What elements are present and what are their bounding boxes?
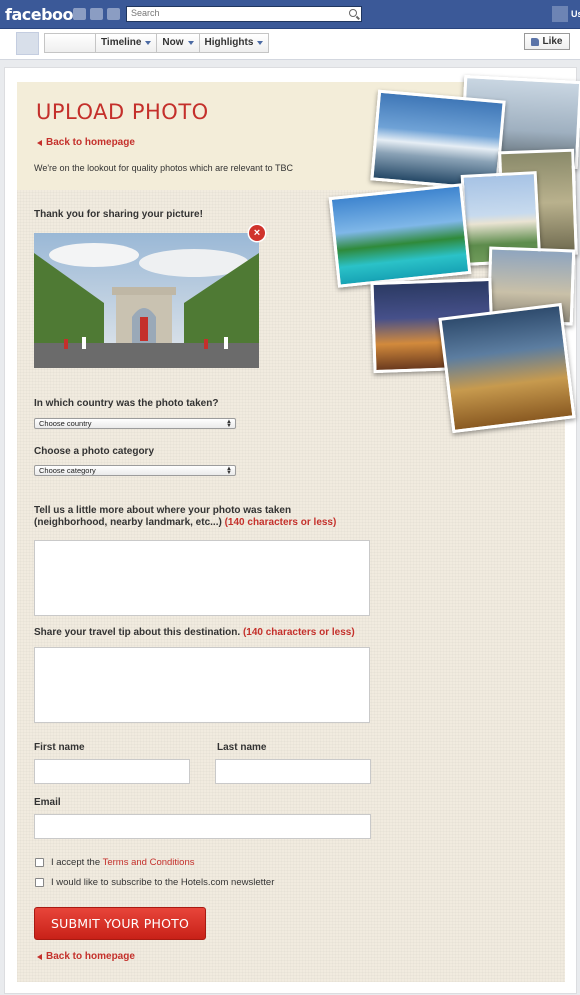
like-label: Like — [542, 36, 563, 47]
chevron-down-icon — [187, 41, 194, 45]
user-name-link[interactable]: Us — [571, 9, 580, 19]
location-textarea[interactable] — [34, 540, 370, 616]
messages-icon[interactable] — [90, 8, 103, 20]
char-limit-note: (140 characters or less) — [242, 627, 355, 638]
thumbs-up-icon — [531, 37, 540, 46]
arrow-left-icon — [37, 953, 42, 960]
tab-timeline-label: Timeline — [101, 37, 142, 48]
page-title: UPLOAD PHOTO — [36, 100, 209, 124]
close-icon: × — [253, 227, 261, 239]
country-select-value: Choose country — [39, 419, 92, 428]
arrow-left-icon — [37, 139, 42, 146]
email-label: Email — [34, 797, 61, 808]
facebook-logo[interactable]: facebook — [5, 5, 84, 24]
notifications-icon[interactable] — [107, 8, 120, 20]
search-input[interactable]: Search — [131, 8, 160, 18]
category-question: Choose a photo category — [34, 446, 155, 457]
uploaded-photo — [34, 233, 259, 368]
tab-timeline[interactable]: Timeline — [96, 34, 158, 52]
char-limit-note: (140 characters or less) — [224, 517, 337, 528]
chevron-down-icon — [145, 41, 152, 45]
bottom-back-link-label: Back to homepage — [46, 951, 135, 962]
terms-label: I accept the Terms and Conditions — [51, 857, 194, 868]
location-question-line2: (neighborhood, nearby landmark, etc...) — [34, 517, 222, 528]
newsletter-checkbox[interactable] — [35, 878, 44, 887]
uploaded-photo-image — [34, 233, 259, 368]
page-nav-strip: Timeline Now Highlights Like — [0, 29, 580, 60]
intro-text: We're on the lookout for quality photos … — [34, 163, 294, 173]
first-name-label: First name — [34, 742, 85, 753]
avatar[interactable] — [552, 6, 568, 22]
newsletter-label: I would like to subscribe to the Hotels.… — [51, 877, 275, 888]
back-link-label: Back to homepage — [46, 137, 135, 148]
like-button[interactable]: Like — [524, 33, 570, 50]
tab-now-label: Now — [162, 37, 184, 48]
page-name-slot[interactable] — [45, 34, 96, 52]
collage-photo-tropical — [328, 183, 472, 288]
collage-photo-galleria — [438, 302, 576, 434]
first-name-field[interactable] — [34, 759, 190, 784]
terms-prefix: I accept the — [51, 857, 101, 868]
location-question-line1: Tell us a little more about where your p… — [34, 505, 292, 516]
terms-link[interactable]: Terms and Conditions — [103, 857, 195, 868]
location-question: Tell us a little more about where your p… — [34, 505, 336, 529]
email-field[interactable] — [34, 814, 371, 839]
category-select-value: Choose category — [39, 466, 96, 475]
submit-photo-button[interactable]: SUBMIT YOUR PHOTO — [34, 907, 206, 940]
chevron-down-icon — [257, 41, 264, 45]
last-name-field[interactable] — [215, 759, 371, 784]
tip-question-text: Share your travel tip about this destina… — [34, 627, 241, 638]
search-bar[interactable]: Search — [126, 6, 362, 22]
timeline-nav: Timeline Now Highlights — [44, 33, 270, 53]
tip-textarea[interactable] — [34, 647, 370, 723]
terms-checkbox[interactable] — [35, 858, 44, 867]
friend-requests-icon[interactable] — [73, 8, 86, 20]
search-icon[interactable] — [349, 9, 357, 17]
bottom-back-to-homepage-link[interactable]: Back to homepage — [37, 951, 135, 962]
notification-icons — [73, 8, 120, 20]
category-select[interactable]: Choose category ▲ ▼ — [34, 465, 236, 476]
select-arrows-icon: ▲ ▼ — [226, 466, 232, 476]
country-question: In which country was the photo taken? — [34, 398, 219, 409]
tab-now[interactable]: Now — [157, 34, 200, 52]
thanks-message: Thank you for sharing your picture! — [34, 209, 203, 220]
country-select[interactable]: Choose country ▲ ▼ — [34, 418, 236, 429]
facebook-top-bar: facebook Search Us — [0, 0, 580, 29]
tab-highlights-label: Highlights — [204, 37, 254, 48]
back-to-homepage-link[interactable]: Back to homepage — [37, 137, 135, 148]
tab-highlights[interactable]: Highlights — [200, 34, 269, 52]
last-name-label: Last name — [217, 742, 267, 753]
tip-question: Share your travel tip about this destina… — [34, 627, 355, 638]
select-arrows-icon: ▲ ▼ — [226, 419, 232, 429]
page-thumbnail[interactable] — [16, 32, 39, 55]
remove-photo-button[interactable]: × — [249, 225, 265, 241]
